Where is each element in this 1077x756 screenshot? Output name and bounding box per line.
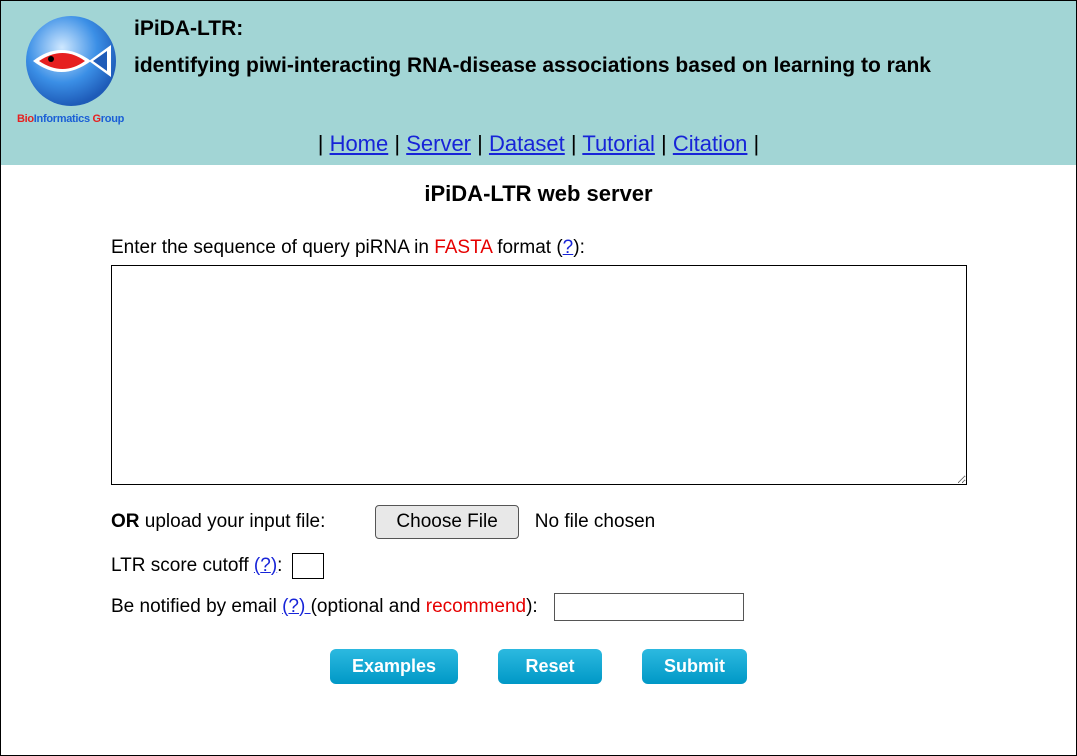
help-cutoff-link[interactable]: (?) [254, 555, 277, 576]
sequence-label: Enter the sequence of query piRNA in FAS… [111, 237, 966, 259]
nav-bar: | Home | Server | Dataset | Tutorial | C… [13, 131, 1064, 157]
email-field[interactable] [554, 593, 744, 621]
email-row: Be notified by email (?) (optional and r… [111, 593, 966, 621]
header-top: BioInformatics Group iPiDA-LTR: identify… [13, 11, 1064, 125]
button-row: Examples Reset Submit [111, 649, 966, 684]
nav-tutorial[interactable]: Tutorial [582, 131, 655, 156]
nav-citation[interactable]: Citation [673, 131, 748, 156]
page-title: iPiDA-LTR web server [41, 181, 1036, 207]
nav-home[interactable]: Home [330, 131, 389, 156]
help-email-link[interactable]: (?) [282, 596, 311, 617]
form-area: Enter the sequence of query piRNA in FAS… [41, 237, 1036, 684]
submit-button[interactable]: Submit [642, 649, 747, 684]
title-block: iPiDA-LTR: identifying piwi-interacting … [128, 11, 1064, 80]
fasta-highlight: FASTA [434, 237, 492, 258]
nav-dataset[interactable]: Dataset [489, 131, 565, 156]
cutoff-input[interactable] [292, 553, 324, 579]
choose-file-button[interactable]: Choose File [375, 505, 518, 539]
examples-button[interactable]: Examples [330, 649, 458, 684]
file-status-text: No file chosen [535, 511, 655, 533]
logo-block: BioInformatics Group [13, 11, 128, 125]
cutoff-row: LTR score cutoff (?): [111, 553, 966, 579]
main-content: iPiDA-LTR web server Enter the sequence … [1, 165, 1076, 755]
logo-icon [21, 11, 121, 111]
logo-text: BioInformatics Group [13, 113, 128, 125]
nav-server[interactable]: Server [406, 131, 471, 156]
help-fasta-link[interactable]: ? [563, 237, 574, 258]
app-title: iPiDA-LTR: [134, 17, 1064, 41]
upload-row: OR upload your input file: Choose File N… [111, 505, 966, 539]
recommend-highlight: recommend [426, 596, 526, 617]
header: BioInformatics Group iPiDA-LTR: identify… [1, 1, 1076, 165]
app-subtitle: identifying piwi-interacting RNA-disease… [134, 51, 1064, 80]
sequence-input[interactable] [111, 265, 967, 485]
or-label: OR [111, 511, 140, 532]
page-container: BioInformatics Group iPiDA-LTR: identify… [0, 0, 1077, 756]
reset-button[interactable]: Reset [498, 649, 602, 684]
